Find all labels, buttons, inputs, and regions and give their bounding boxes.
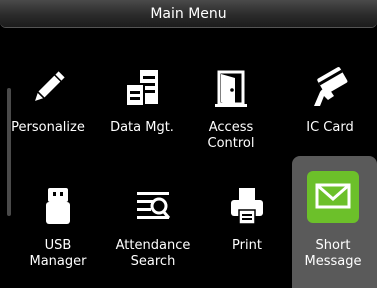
menu-item-ic-card[interactable]: IC Card: [286, 52, 374, 150]
menu-item-print[interactable]: Print: [203, 170, 291, 268]
menu-item-attendance-search[interactable]: Attendance Search: [109, 170, 197, 269]
menu-item-label: Print: [232, 238, 262, 253]
server-icon: [125, 70, 158, 107]
menu-item-label: Data Mgt.: [110, 120, 174, 135]
menu-item-label: Access Control: [207, 120, 255, 151]
menu-item-label: Attendance Search: [115, 238, 191, 269]
selected-icon-tile[interactable]: [307, 171, 359, 223]
menu-item-label: Personalize: [11, 120, 85, 135]
page-title: Main Menu: [150, 6, 227, 22]
envelope-icon: [315, 183, 351, 209]
title-bar: Main Menu: [0, 0, 377, 27]
printer-icon: [231, 188, 263, 225]
menu-item-access-control[interactable]: Access Control: [187, 52, 275, 151]
door-icon: [215, 70, 247, 107]
pencil-icon: [32, 69, 67, 104]
menu-item-personalize[interactable]: Personalize: [4, 52, 92, 150]
menu-item-usb-manager[interactable]: USB Manager: [14, 170, 102, 269]
card-hand-icon: [314, 67, 348, 106]
menu-item-data-mgt[interactable]: Data Mgt.: [98, 52, 186, 150]
search-records-icon: [137, 192, 171, 219]
menu-item-label: USB Manager: [29, 238, 87, 269]
usb-drive-icon: [46, 188, 70, 224]
menu-item-label: IC Card: [306, 120, 354, 135]
menu-item-label: Short Message: [304, 238, 362, 269]
